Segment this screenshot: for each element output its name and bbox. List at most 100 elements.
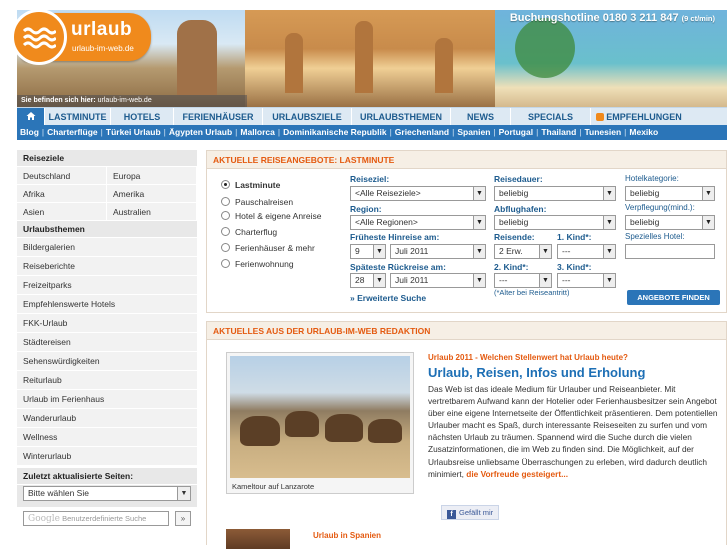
theme-freizeitparks[interactable]: Freizeitparks [17, 276, 197, 295]
nav-hotels[interactable]: HOTELS [110, 108, 173, 126]
subnav-portugal[interactable]: Portugal [499, 127, 533, 137]
advanced-search-link[interactable]: » Erweiterte Suche [350, 293, 426, 303]
chevron-down-icon: ▼ [539, 245, 551, 258]
nav-lastminute[interactable]: LASTMINUTE [44, 108, 110, 126]
radio-icon [221, 197, 230, 206]
type-radio-pauschalreisen[interactable]: Pauschalreisen [221, 197, 293, 207]
flughafen-select[interactable]: beliebig ▼ [494, 215, 616, 230]
subnav-spanien[interactable]: Spanien [457, 127, 490, 137]
theme-wellness[interactable]: Wellness [17, 428, 197, 447]
news-headline[interactable]: Urlaub, Reisen, Infos und Erholung [428, 365, 645, 380]
chevron-down-icon: ▼ [702, 216, 714, 229]
chevron-down-icon: ▼ [177, 487, 190, 500]
news-more-link[interactable]: die Vorfreude gesteigert... [466, 469, 568, 479]
dauer-select[interactable]: beliebig ▼ [494, 186, 616, 201]
kind3-select[interactable]: --- ▼ [557, 273, 616, 288]
theme-bildergalerien[interactable]: Bildergalerien [17, 238, 197, 257]
type-radio-hotel[interactable]: Hotel & eigene Anreise [221, 211, 321, 221]
sidebar-head-themes: Urlaubsthemen [17, 221, 197, 238]
nav-empfehlungen[interactable]: EMPFEHLUNGEN [590, 108, 687, 126]
waves-icon [11, 9, 67, 65]
destination-asien[interactable]: Asien [17, 203, 107, 221]
subnav-blog[interactable]: Blog [20, 127, 39, 137]
theme-hotels[interactable]: Empfehlenswerte Hotels [17, 295, 197, 314]
reisende-select[interactable]: 2 Erw. ▼ [494, 244, 552, 259]
destination-amerika[interactable]: Amerika [107, 185, 197, 203]
hotel-input[interactable] [625, 244, 715, 259]
breadcrumb-link[interactable]: urlaub-im-web.de [98, 97, 152, 104]
type-radio-ferienhaeuser[interactable]: Ferienhäuser & mehr [221, 243, 315, 253]
home-icon[interactable] [17, 108, 44, 126]
nav-news[interactable]: NEWS [450, 108, 510, 126]
destination-europa[interactable]: Europa [107, 167, 197, 185]
type-radio-ferienwohnung[interactable]: Ferienwohnung [221, 259, 294, 269]
kind1-select[interactable]: --- ▼ [557, 244, 616, 259]
google-search-input[interactable]: Google Benutzerdefinierte Suche [23, 511, 169, 526]
nav-ferienhaeuser[interactable]: FERIENHÄUSER [173, 108, 262, 126]
destination-deutschland[interactable]: Deutschland [17, 167, 107, 185]
kind1-value: --- [562, 246, 571, 256]
theme-staedtereisen[interactable]: Städtereisen [17, 333, 197, 352]
chevron-down-icon: ▼ [473, 216, 485, 229]
region-select[interactable]: <Alle Regionen> ▼ [350, 215, 486, 230]
hinreise-day-select[interactable]: 9 ▼ [350, 244, 386, 259]
subnav-aegypten[interactable]: Ägypten Urlaub [169, 127, 232, 137]
destination-grid: Deutschland Europa Afrika Amerika Asien … [17, 167, 197, 221]
sub-nav: Blog | Charterflüge | Türkei Urlaub | Ägypten … [17, 125, 727, 140]
theme-reiseberichte[interactable]: Reiseberichte [17, 257, 197, 276]
subnav-tunesien[interactable]: Tunesien [584, 127, 621, 137]
subnav-griechenland[interactable]: Griechenland [395, 127, 449, 137]
type-label-ferienwohnung: Ferienwohnung [235, 259, 294, 269]
chevron-down-icon: ▼ [603, 274, 615, 287]
rueckreise-day-select[interactable]: 28 ▼ [350, 273, 386, 288]
logo-text: urlaub [71, 19, 133, 40]
chevron-down-icon: ▼ [603, 245, 615, 258]
verpflegung-select[interactable]: beliebig ▼ [625, 215, 715, 230]
subnav-dominikanische-republik[interactable]: Dominikanische Republik [283, 127, 386, 137]
reiseziel-select[interactable]: <Alle Reiseziele> ▼ [350, 186, 486, 201]
theme-ferienhaus[interactable]: Urlaub im Ferienhaus [17, 390, 197, 409]
subnav-mexiko[interactable]: Mexiko [629, 127, 658, 137]
google-search-button[interactable]: » [175, 511, 191, 526]
news2-kicker[interactable]: Urlaub in Spanien [313, 531, 381, 540]
theme-fkk[interactable]: FKK-Urlaub [17, 314, 197, 333]
camel-tour-photo [230, 356, 410, 478]
logo[interactable]: urlaub urlaub-im-web.de [11, 9, 151, 65]
kind2-select[interactable]: --- ▼ [494, 273, 552, 288]
recent-pages-select[interactable]: Bitte wählen Sie ▼ [23, 486, 191, 501]
subnav-thailand[interactable]: Thailand [541, 127, 576, 137]
subnav-mallorca[interactable]: Mallorca [240, 127, 275, 137]
theme-wanderurlaub[interactable]: Wanderurlaub [17, 409, 197, 428]
radio-icon [221, 211, 230, 220]
subnav-tuerkei[interactable]: Türkei Urlaub [106, 127, 161, 137]
theme-reiturlaub[interactable]: Reiturlaub [17, 371, 197, 390]
rueckreise-month-select[interactable]: Juli 2011 ▼ [390, 273, 486, 288]
kind1-label: 1. Kind*: [557, 232, 592, 242]
radio-selected-icon [221, 180, 230, 189]
nav-urlaubsziele[interactable]: URLAUBSZIELE [262, 108, 351, 126]
news2-image[interactable] [226, 529, 290, 549]
type-radio-charterflug[interactable]: Charterflug [221, 227, 277, 237]
destination-australien[interactable]: Australien [107, 203, 197, 221]
type-radio-lastminute[interactable]: Lastminute [221, 180, 280, 190]
news-image-box[interactable]: Kameltour auf Lanzarote [226, 352, 414, 494]
nav-specials[interactable]: SPECIALS [510, 108, 590, 126]
find-offers-button[interactable]: ANGEBOTE FINDEN [627, 290, 720, 305]
hinreise-day-value: 9 [355, 246, 360, 256]
theme-winterurlaub[interactable]: Winterurlaub [17, 447, 197, 466]
facebook-like-button[interactable]: f Gefällt mir [441, 505, 500, 520]
radio-icon [221, 243, 230, 252]
chevron-down-icon: ▼ [473, 274, 485, 287]
sidebar-head-destinations: Reiseziele [17, 150, 197, 167]
destination-afrika[interactable]: Afrika [17, 185, 107, 203]
hotel-label: Spezielles Hotel: [625, 232, 685, 241]
chevron-down-icon: ▼ [373, 274, 385, 287]
nav-urlaubsthemen[interactable]: URLAUBSTHEMEN [351, 108, 450, 126]
type-label-pauschalreisen: Pauschalreisen [235, 197, 294, 207]
theme-sehenswuerdigkeiten[interactable]: Sehenswürdigkeiten [17, 352, 197, 371]
hotline: Buchungshotline 0180 3 211 847 (9 ct/min… [495, 12, 727, 24]
rueckreise-label: Späteste Rückreise am: [350, 262, 446, 272]
kategorie-select[interactable]: beliebig ▼ [625, 186, 715, 201]
subnav-charterfluege[interactable]: Charterflüge [47, 127, 98, 137]
hinreise-month-select[interactable]: Juli 2011 ▼ [390, 244, 486, 259]
